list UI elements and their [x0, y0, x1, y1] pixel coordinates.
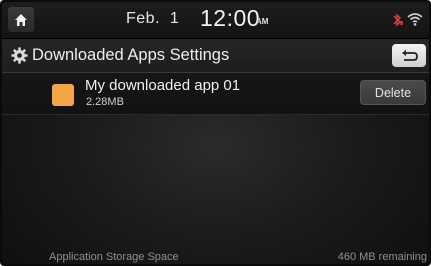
bluetooth-phone-icon: [393, 13, 403, 27]
head-unit-screen: Feb. 1 12:00 AM Downloaded Apps Settings…: [0, 0, 431, 266]
delete-button[interactable]: Delete: [360, 80, 426, 105]
status-date: Feb. 1: [126, 10, 180, 27]
storage-remaining: 460 MB remaining: [337, 251, 427, 263]
back-arrow-icon: [402, 49, 418, 61]
title-bar: Downloaded Apps Settings: [2, 39, 429, 73]
home-button[interactable]: [8, 7, 34, 32]
status-time: 12:00: [200, 5, 261, 31]
gear-icon: [11, 47, 28, 64]
list-item: My downloaded app 01 2.28MB Delete: [2, 73, 429, 115]
back-button[interactable]: [392, 44, 426, 67]
wifi-icon: [407, 13, 423, 26]
storage-label: Application Storage Space: [49, 251, 179, 263]
app-name: My downloaded app 01: [85, 77, 241, 94]
app-size: 2.28MB: [86, 96, 124, 108]
status-ampm: AM: [256, 17, 269, 26]
page-title: Downloaded Apps Settings: [32, 46, 230, 64]
home-icon: [15, 13, 27, 26]
app-icon: [52, 84, 74, 106]
display-area: Feb. 1 12:00 AM Downloaded Apps Settings…: [2, 2, 429, 264]
status-bar: Feb. 1 12:00 AM: [2, 2, 429, 39]
